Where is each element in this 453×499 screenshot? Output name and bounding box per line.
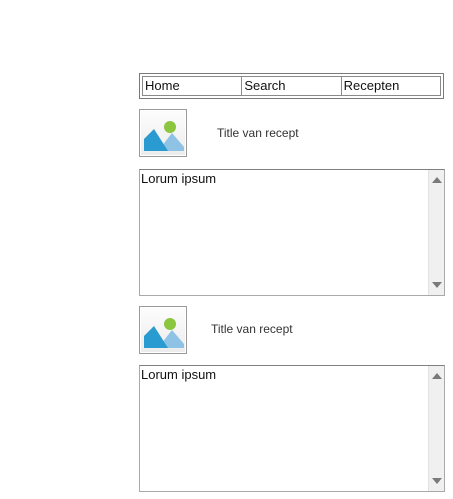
recipe-title: Title van recept [211, 322, 293, 336]
scroll-up-arrow-icon[interactable] [432, 373, 442, 379]
scroll-up-arrow-icon[interactable] [432, 177, 442, 183]
recipe-image-placeholder [139, 109, 187, 157]
scroll-down-arrow-icon[interactable] [432, 478, 442, 484]
recipe-description-text: Lorum ipsum [141, 171, 217, 186]
recipe-image-placeholder [139, 306, 187, 354]
nav-item-search[interactable]: Search [241, 76, 342, 96]
vertical-scrollbar[interactable] [428, 366, 444, 491]
top-navigation: Home Search Recepten [139, 73, 444, 99]
nav-item-home[interactable]: Home [142, 76, 243, 96]
vertical-scrollbar[interactable] [428, 170, 444, 295]
image-placeholder-icon [144, 121, 184, 151]
nav-item-recepten[interactable]: Recepten [340, 76, 441, 96]
scroll-down-arrow-icon[interactable] [432, 282, 442, 288]
recipe-description-textarea[interactable]: Lorum ipsum [139, 365, 445, 492]
recipe-title: Title van recept [217, 126, 299, 140]
image-placeholder-icon [144, 318, 184, 348]
recipe-description-text: Lorum ipsum [141, 367, 217, 382]
recipe-description-textarea[interactable]: Lorum ipsum [139, 169, 445, 296]
